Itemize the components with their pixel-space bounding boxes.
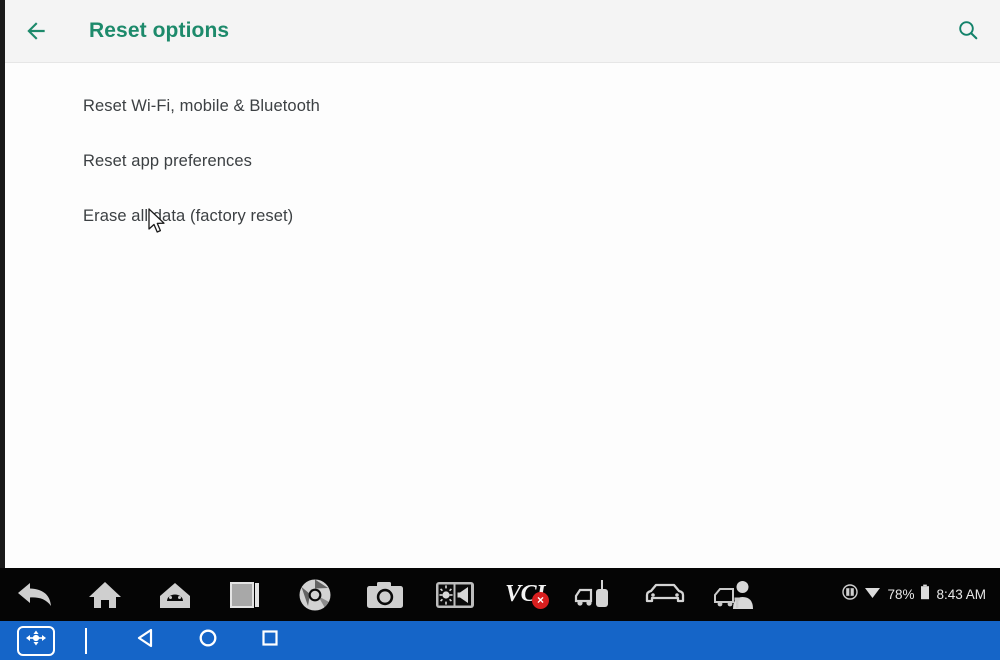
search-button[interactable] [950,14,986,50]
nav-divider [85,627,87,654]
toolbar-recent-apps-button[interactable] [210,568,280,621]
app-header: Reset options [5,0,1000,63]
search-icon [956,18,980,47]
nav-back-button[interactable] [115,621,177,660]
page-title: Reset options [89,19,230,42]
toolbar-car-button[interactable] [630,568,700,621]
car-scanner-icon [574,579,616,611]
option-label: Erase all data (factory reset) [83,207,294,225]
home-icon [87,579,123,611]
brightness-volume-icon [435,580,475,610]
reset-options-list: Reset Wi-Fi, mobile & Bluetooth Reset ap… [5,63,1000,568]
device-screen: Reset options Reset Wi-Fi, mobile & Blue… [0,0,1000,660]
toolbar-home-button[interactable] [70,568,140,621]
chrome-icon [298,578,332,612]
back-button[interactable] [13,8,59,54]
circle-home-icon [197,627,219,654]
option-row-reset-app-preferences[interactable]: Reset app preferences [5,134,1000,189]
app-content-area: Reset options Reset Wi-Fi, mobile & Blue… [0,0,1000,568]
nav-recents-button[interactable] [239,621,301,660]
triangle-back-icon [135,627,157,654]
nav-home-button[interactable] [177,621,239,660]
nav-handle-button[interactable] [17,625,55,656]
android-home-icon [157,579,193,611]
car-technician-icon [713,579,757,611]
option-label: Reset app preferences [83,152,253,170]
battery-percent-label: 78% [887,587,915,602]
clock-label: 8:43 AM [936,587,986,602]
toolbar-back-button[interactable] [0,568,70,621]
toolbar-vci-button[interactable]: VCI × [490,568,560,621]
camera-icon [366,580,404,610]
car-icon [644,581,686,609]
option-row-reset-network[interactable]: Reset Wi-Fi, mobile & Bluetooth [5,79,1000,134]
sim-card-icon [842,584,859,605]
toolbar-car-scanner-button[interactable] [560,568,630,621]
arrow-left-icon [23,18,49,44]
option-label: Reset Wi-Fi, mobile & Bluetooth [83,97,320,115]
square-recents-icon [260,628,280,653]
back-arrow-icon [15,579,55,611]
wifi-icon [864,585,881,604]
move-handle-icon [25,629,47,652]
recent-apps-icon [227,580,263,610]
toolbar-camera-button[interactable] [350,568,420,621]
option-row-erase-all-data[interactable]: Erase all data (factory reset) [5,189,1000,244]
toolbar-brightness-volume-button[interactable] [420,568,490,621]
vci-error-badge: × [532,592,549,609]
toolbar-android-home-button[interactable] [140,568,210,621]
battery-icon [920,584,930,605]
navigation-bar [0,621,1000,660]
toolbar-chrome-button[interactable] [280,568,350,621]
status-cluster: 78% 8:43 AM [842,568,986,621]
toolbar-car-technician-button[interactable] [700,568,770,621]
device-toolbar: VCI × 78% 8:43 AM [0,568,1000,621]
